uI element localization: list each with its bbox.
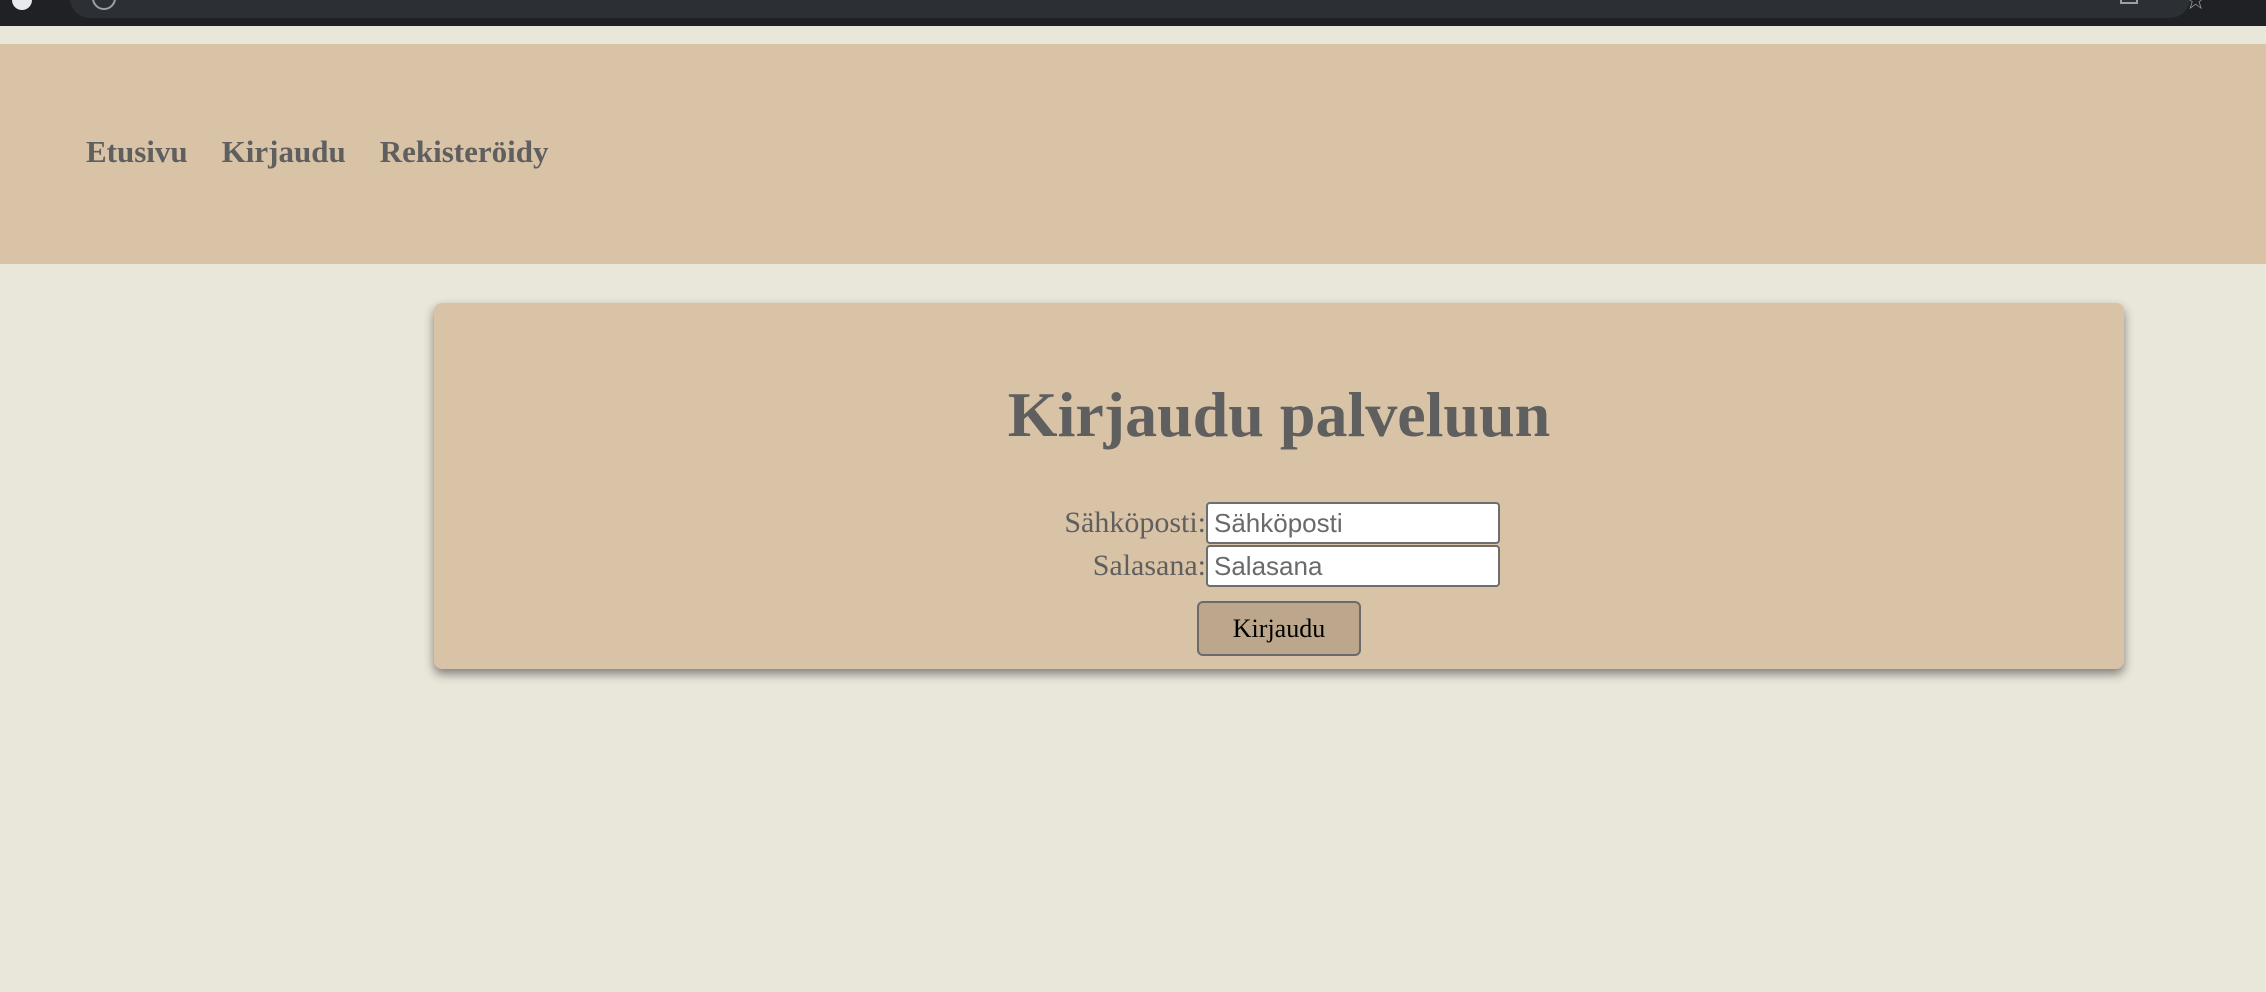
email-field[interactable] xyxy=(1206,502,1500,544)
browser-menu-icon[interactable] xyxy=(12,0,32,10)
email-row: Sähköposti: xyxy=(1064,502,1500,544)
install-icon[interactable] xyxy=(2120,0,2138,4)
login-button[interactable]: Kirjaudu xyxy=(1197,601,1361,656)
page-title: Kirjaudu palveluun xyxy=(1007,379,1551,450)
nav-link-register[interactable]: Rekisteröidy xyxy=(380,134,549,170)
nav-link-login[interactable]: Kirjaudu xyxy=(222,134,346,170)
login-card: Kirjaudu palveluun Sähköposti: Salasana:… xyxy=(434,303,2124,669)
browser-content-gap xyxy=(0,26,2266,44)
address-bar[interactable] xyxy=(70,0,2190,18)
main-nav: Etusivu Kirjaudu Rekisteröidy xyxy=(86,134,548,170)
password-row: Salasana: xyxy=(1093,545,1500,587)
password-label: Salasana: xyxy=(1092,549,1206,582)
browser-toolbar: ☆ xyxy=(0,0,2266,26)
email-label: Sähköposti: xyxy=(1064,506,1206,539)
nav-link-home[interactable]: Etusivu xyxy=(86,134,188,170)
star-icon[interactable]: ☆ xyxy=(2184,0,2207,14)
password-field[interactable] xyxy=(1206,545,1500,587)
site-header: Etusivu Kirjaudu Rekisteröidy xyxy=(0,44,2266,264)
